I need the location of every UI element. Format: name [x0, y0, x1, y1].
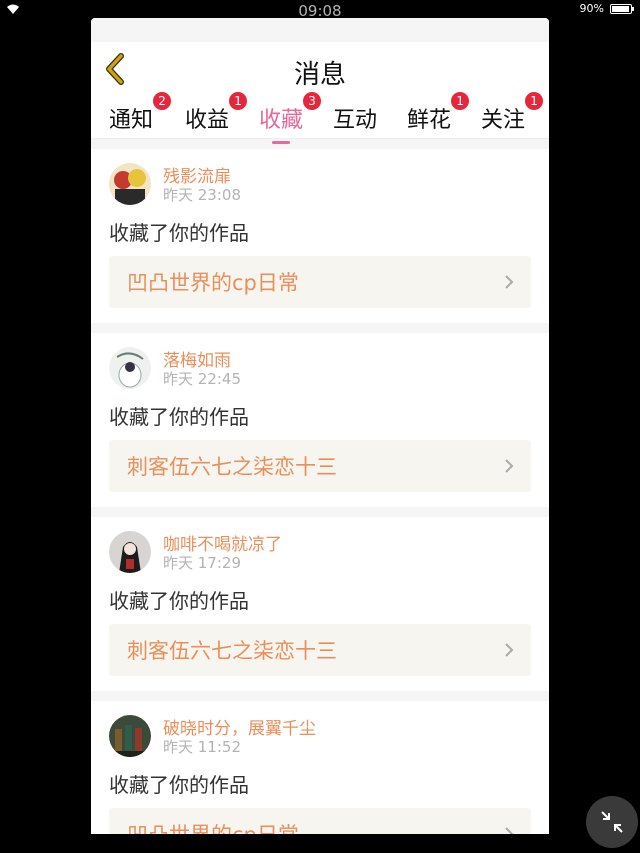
work-title: 凹凸世界的cp日常 — [127, 271, 299, 295]
message-card: 破晓时分，展翼千尘 昨天 11:52 收藏了你的作品 凹凸世界的cp日常 — [91, 701, 549, 834]
work-link[interactable]: 凹凸世界的cp日常 — [109, 808, 531, 834]
tab-follows[interactable]: 关注 1 — [481, 92, 544, 134]
message-text: 收藏了你的作品 — [109, 405, 249, 429]
messages-panel: 消息 通知 2 收益 1 收藏 3 互动 鲜花 1 关注 1 残影流扉 昨天 2… — [91, 18, 549, 834]
tab-label: 收益 — [185, 108, 230, 133]
tab-badge: 2 — [153, 92, 172, 110]
tab-bar: 通知 2 收益 1 收藏 3 互动 鲜花 1 关注 1 — [91, 92, 549, 144]
message-text: 收藏了你的作品 — [109, 773, 249, 797]
tab-earnings[interactable]: 收益 1 — [185, 92, 248, 134]
work-title: 凹凸世界的cp日常 — [127, 819, 299, 834]
header: 消息 — [91, 42, 549, 98]
avatar[interactable] — [109, 347, 151, 389]
work-link[interactable]: 凹凸世界的cp日常 — [109, 256, 531, 308]
message-time: 昨天 23:08 — [163, 186, 241, 204]
avatar[interactable] — [109, 163, 151, 205]
tab-interactions[interactable]: 互动 — [333, 102, 377, 134]
work-link[interactable]: 刺客伍六七之柒恋十三 — [109, 440, 531, 492]
work-title: 刺客伍六七之柒恋十三 — [127, 639, 337, 663]
message-time: 昨天 11:52 — [163, 738, 241, 756]
tab-label: 通知 — [109, 108, 154, 133]
message-card: 咖啡不喝就凉了 昨天 17:29 收藏了你的作品 刺客伍六七之柒恋十三 — [91, 517, 549, 691]
divider — [91, 691, 549, 701]
battery-icon — [610, 4, 634, 14]
message-card: 落梅如雨 昨天 22:45 收藏了你的作品 刺客伍六七之柒恋十三 — [91, 333, 549, 507]
chevron-right-icon — [505, 275, 514, 289]
tab-badge: 3 — [303, 92, 322, 110]
divider — [91, 139, 549, 149]
message-time: 昨天 22:45 — [163, 370, 241, 388]
divider — [91, 323, 549, 333]
tab-label: 收藏 — [259, 108, 304, 133]
active-tab-indicator — [272, 141, 291, 144]
avatar[interactable] — [109, 715, 151, 757]
work-title: 刺客伍六七之柒恋十三 — [127, 455, 337, 479]
message-card: 残影流扉 昨天 23:08 收藏了你的作品 凹凸世界的cp日常 — [91, 149, 549, 323]
page-title: 消息 — [293, 60, 346, 90]
top-strip — [91, 18, 549, 42]
tab-badge: 1 — [525, 92, 544, 110]
tab-badge: 1 — [229, 92, 248, 110]
message-text: 收藏了你的作品 — [109, 221, 249, 245]
battery-percent: 90% — [579, 2, 604, 15]
chevron-right-icon — [505, 459, 514, 473]
avatar[interactable] — [109, 531, 151, 573]
status-bar: 09:08 90% — [0, 0, 640, 20]
divider — [91, 507, 549, 517]
tab-label: 鲜花 — [407, 108, 452, 133]
message-text: 收藏了你的作品 — [109, 589, 249, 613]
tab-notifications[interactable]: 通知 2 — [109, 92, 172, 134]
collapse-button[interactable] — [586, 796, 638, 848]
work-link[interactable]: 刺客伍六七之柒恋十三 — [109, 624, 531, 676]
tab-badge: 1 — [451, 92, 470, 110]
chevron-right-icon — [505, 643, 514, 657]
collapse-arrows-icon — [601, 811, 623, 833]
tab-flowers[interactable]: 鲜花 1 — [407, 92, 470, 134]
message-time: 昨天 17:29 — [163, 554, 241, 572]
chevron-right-icon — [505, 827, 514, 834]
tab-label: 关注 — [481, 108, 526, 133]
tab-favorites[interactable]: 收藏 3 — [259, 92, 322, 144]
tab-label: 互动 — [333, 108, 378, 133]
